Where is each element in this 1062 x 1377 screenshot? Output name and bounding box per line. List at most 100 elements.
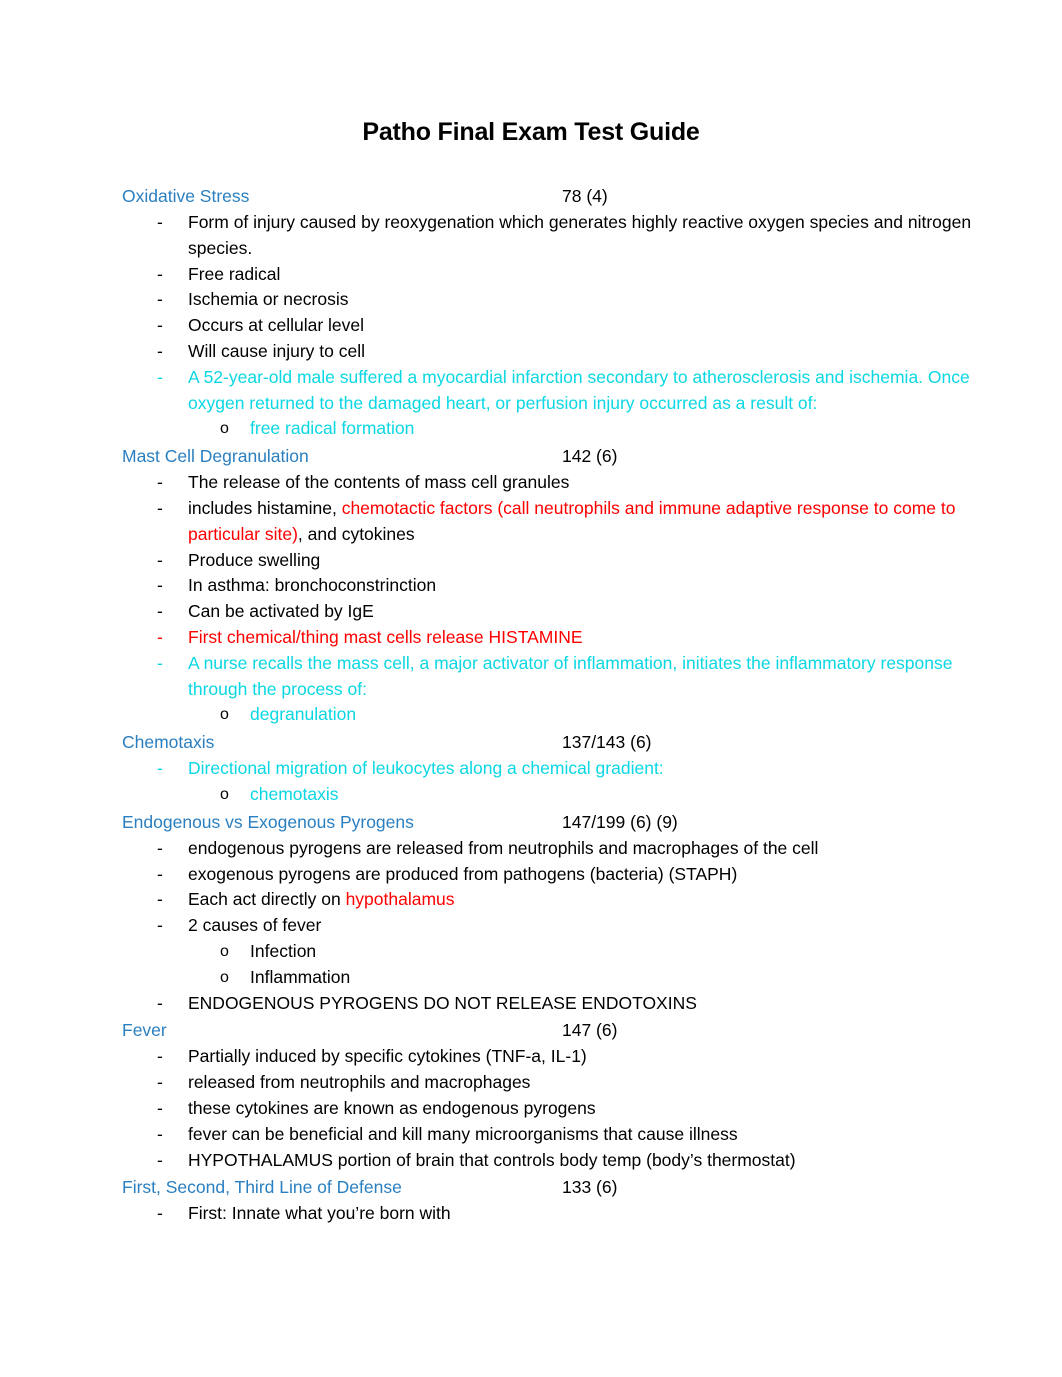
- text-segment: includes histamine,: [188, 497, 342, 518]
- bullet-item: - Ischemia or necrosis: [122, 287, 1002, 313]
- bullet-text: released from neutrophils and macrophage…: [188, 1070, 1002, 1096]
- text-segment: released from neutrophils and macrophage…: [188, 1072, 531, 1093]
- bullet-text: endogenous pyrogens are released from ne…: [188, 836, 1002, 862]
- text-segment: First chemical/thing mast cells release …: [188, 626, 583, 647]
- page-title: Patho Final Exam Test Guide: [362, 118, 700, 146]
- text-segment: exogenous pyrogens are produced from pat…: [188, 863, 738, 884]
- sub-bullet-item: o Inflammation: [122, 965, 1002, 991]
- bullet-text: HYPOTHALAMUS portion of brain that contr…: [188, 1148, 1002, 1174]
- bullet-item: - Free radical: [122, 262, 1002, 288]
- dash-bullet-marker: -: [157, 212, 163, 232]
- section-heading-title: Endogenous vs Exogenous Pyrogens: [122, 811, 414, 832]
- bullet-text: 2 causes of fever: [188, 913, 1002, 939]
- text-segment: 2 causes of fever: [188, 915, 322, 936]
- section-heading-row: Mast Cell Degranulation 142 (6): [122, 442, 1002, 470]
- circle-bullet-marker: o: [220, 420, 229, 438]
- section-page-reference: 133 (6): [562, 1177, 618, 1198]
- sub-bullet-item: o degranulation: [122, 702, 1002, 728]
- bullet-text: free radical formation: [250, 416, 1002, 442]
- text-segment: Will cause injury to cell: [188, 340, 365, 361]
- text-segment: endogenous pyrogens are released from ne…: [188, 837, 819, 858]
- bullet-item: - The release of the contents of mass cel…: [122, 470, 1002, 496]
- dash-bullet-marker: -: [157, 575, 163, 596]
- text-segment: Free radical: [188, 263, 281, 284]
- sub-bullet-item: o free radical formation: [122, 416, 1002, 442]
- dash-bullet-marker: -: [157, 1046, 163, 1067]
- text-segment: The release of the contents of mass cell…: [188, 472, 570, 493]
- section-page-reference: 137/143 (6): [562, 732, 652, 753]
- bullet-text: Produce swelling: [188, 548, 1002, 574]
- dash-bullet-marker: -: [157, 263, 163, 284]
- bullet-item: - endogenous pyrogens are released from n…: [122, 836, 1002, 862]
- document-body: Oxidative Stress 78 (4) - Form of injury ca…: [0, 182, 1062, 1227]
- dash-bullet-marker: -: [157, 340, 163, 361]
- bullet-item: - A nurse recalls the mass cell, a major …: [122, 651, 1002, 703]
- section-heading-row: First, Second, Third Line of Defense 133 …: [122, 1173, 1002, 1201]
- bullet-text: First: Innate what you’re born with: [188, 1201, 1002, 1227]
- dash-bullet-marker: -: [157, 889, 163, 910]
- circle-bullet-marker: o: [220, 942, 229, 960]
- bullet-item: - 2 causes of fever: [122, 913, 1002, 939]
- text-segment: Directional migration of leukocytes alon…: [188, 758, 664, 779]
- bullet-text: Directional migration of leukocytes alon…: [188, 756, 1002, 782]
- text-segment: degranulation: [250, 704, 357, 725]
- text-segment: fever can be beneficial and kill many mi…: [188, 1123, 738, 1144]
- text-segment: Partially induced by specific cytokines …: [188, 1046, 587, 1067]
- text-segment: these cytokines are known as endogenous …: [188, 1097, 596, 1118]
- bullet-text: ENDOGENOUS PYROGENS DO NOT RELEASE ENDOT…: [188, 991, 1002, 1017]
- section-heading-title: Oxidative Stress: [122, 186, 250, 206]
- dash-bullet-marker: -: [157, 915, 163, 936]
- dash-bullet-marker: -: [157, 289, 163, 310]
- dash-bullet-marker: -: [157, 992, 163, 1013]
- document-page: Patho Final Exam Test Guide Oxidative St…: [0, 0, 1062, 1377]
- text-segment: Can be activated by IgE: [188, 601, 374, 622]
- bullet-item: - these cytokines are known as endogenous…: [122, 1096, 1002, 1122]
- circle-bullet-marker: o: [220, 706, 229, 724]
- bullet-text: fever can be beneficial and kill many mi…: [188, 1122, 1002, 1148]
- text-segment: In asthma: bronchoconstrinction: [188, 575, 437, 596]
- bullet-item: - fever can be beneficial and kill many m…: [122, 1122, 1002, 1148]
- bullet-text: Form of injury caused by reoxygenation w…: [188, 210, 1002, 262]
- section-heading-title: First, Second, Third Line of Defense: [122, 1177, 402, 1198]
- text-segment: A nurse recalls the mass cell, a major a…: [188, 652, 953, 699]
- bullet-item: - released from neutrophils and macrophag…: [122, 1070, 1002, 1096]
- dash-bullet-marker: -: [157, 758, 163, 779]
- section-heading-title: Chemotaxis: [122, 732, 215, 753]
- section-page-reference: 147 (6): [562, 1020, 618, 1041]
- bullet-text: A 52-year-old male suffered a myocardial…: [188, 365, 1002, 417]
- circle-bullet-marker: o: [220, 968, 229, 986]
- text-segment: chemotaxis: [250, 783, 339, 804]
- dash-bullet-marker: -: [157, 1072, 163, 1093]
- dash-bullet-marker: -: [157, 652, 163, 673]
- text-segment: Ischemia or necrosis: [188, 289, 349, 310]
- bullet-item: - Partially induced by specific cytokines…: [122, 1044, 1002, 1070]
- section-heading-title: Mast Cell Degranulation: [122, 446, 309, 467]
- dash-bullet-marker: -: [157, 549, 163, 570]
- section-page-reference: 78 (4): [562, 186, 608, 206]
- text-segment: A 52-year-old male suffered a myocardial…: [188, 366, 970, 413]
- bullet-item: - Produce swelling: [122, 548, 1002, 574]
- section-heading-row: Oxidative Stress 78 (4): [122, 182, 1002, 210]
- dash-bullet-marker: -: [157, 472, 163, 493]
- bullet-item: - First: Innate what you’re born with: [122, 1201, 1002, 1227]
- dash-bullet-marker: -: [157, 315, 163, 336]
- dash-bullet-marker: -: [157, 1123, 163, 1144]
- dash-bullet-marker: -: [157, 1097, 163, 1118]
- bullet-text: Infection: [250, 939, 1002, 965]
- text-segment: Inflammation: [250, 966, 351, 987]
- text-segment: Each act directly on: [188, 889, 346, 910]
- bullet-item: - Occurs at cellular level: [122, 313, 1002, 339]
- text-segment: First: Innate what you’re born with: [188, 1203, 451, 1224]
- bullet-item: - First chemical/thing mast cells release…: [122, 625, 1002, 651]
- bullet-text: degranulation: [250, 702, 1002, 728]
- text-segment: hypothalamus: [345, 889, 455, 910]
- dash-bullet-marker: -: [157, 366, 163, 387]
- sub-bullet-item: o chemotaxis: [122, 782, 1002, 808]
- section-heading-row: Endogenous vs Exogenous Pyrogens 147/199 …: [122, 808, 1002, 836]
- dash-bullet-marker: -: [157, 1149, 163, 1170]
- bullet-text: Inflammation: [250, 965, 1002, 991]
- dash-bullet-marker: -: [157, 1203, 163, 1224]
- text-segment: free radical formation: [250, 418, 415, 439]
- section-page-reference: 147/199 (6) (9): [562, 811, 678, 832]
- bullet-text: these cytokines are known as endogenous …: [188, 1096, 1002, 1122]
